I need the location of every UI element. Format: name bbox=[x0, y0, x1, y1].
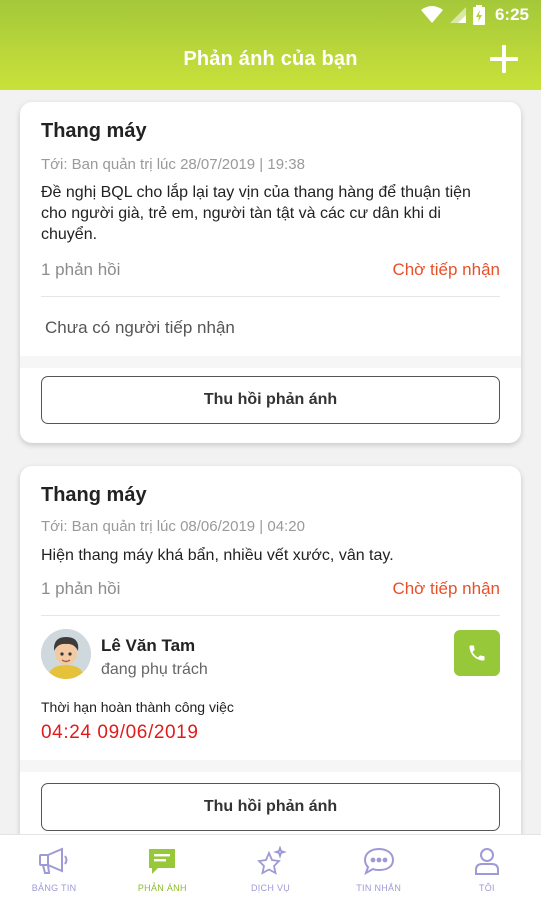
status-bar: 6:25 bbox=[0, 0, 541, 30]
nav-label: BẢNG TIN bbox=[31, 883, 77, 893]
section-separator bbox=[20, 760, 521, 772]
nav-item-news[interactable]: BẢNG TIN bbox=[0, 835, 108, 900]
title-bar: Phản ánh của bạn bbox=[0, 30, 541, 90]
signal-icon bbox=[449, 7, 466, 23]
user-icon bbox=[470, 845, 504, 877]
status-badge: Chờ tiếp nhận bbox=[392, 260, 500, 279]
nav-label: TIN NHẮN bbox=[356, 883, 402, 893]
deadline-value: 04:24 09/06/2019 bbox=[41, 722, 199, 743]
bottom-nav: BẢNG TIN PHẢN ÁNH DỊCH VỤ TIN NHẮN TÔI bbox=[0, 834, 541, 900]
feedback-card[interactable]: Thang máy Tới: Ban quản trị lúc 08/06/20… bbox=[20, 466, 521, 846]
section-separator bbox=[20, 356, 521, 368]
card-title: Thang máy bbox=[41, 484, 147, 506]
replies-count[interactable]: 1 phản hồi bbox=[41, 260, 120, 280]
replies-count[interactable]: 1 phản hồi bbox=[41, 579, 120, 599]
nav-item-services[interactable]: DỊCH VỤ bbox=[216, 835, 324, 900]
withdraw-feedback-button[interactable]: Thu hồi phản ánh bbox=[41, 376, 500, 424]
nav-label: PHẢN ÁNH bbox=[137, 883, 187, 893]
phone-icon bbox=[469, 645, 485, 661]
battery-icon bbox=[472, 5, 485, 25]
feedback-card[interactable]: Thang máy Tới: Ban quản trị lúc 28/07/20… bbox=[20, 102, 521, 443]
add-feedback-button[interactable] bbox=[489, 44, 519, 74]
nav-item-feedback[interactable]: PHẢN ÁNH bbox=[108, 835, 216, 900]
withdraw-feedback-button[interactable]: Thu hồi phản ánh bbox=[41, 783, 500, 831]
deadline-label: Thời hạn hoàn thành công việc bbox=[41, 699, 234, 715]
divider bbox=[41, 615, 500, 616]
card-title: Thang máy bbox=[41, 120, 147, 142]
status-badge: Chờ tiếp nhận bbox=[392, 579, 500, 598]
app-header: 6:25 Phản ánh của bạn bbox=[0, 0, 541, 90]
card-body: Hiện thang máy khá bẩn, nhiều vết xước, … bbox=[41, 547, 394, 564]
nav-label: DỊCH VỤ bbox=[250, 883, 291, 893]
assignee-role: đang phụ trách bbox=[101, 661, 208, 678]
assignee-name: Lê Văn Tam bbox=[101, 636, 196, 655]
divider bbox=[41, 296, 500, 297]
sparkle-star-icon bbox=[254, 845, 288, 877]
page-title: Phản ánh của bạn bbox=[183, 48, 358, 70]
nav-label: TÔI bbox=[478, 883, 495, 893]
status-time: 6:25 bbox=[494, 5, 529, 24]
wifi-icon bbox=[420, 6, 443, 23]
nav-item-profile[interactable]: TÔI bbox=[433, 835, 541, 900]
megaphone-icon bbox=[37, 845, 71, 877]
chat-bubble-icon bbox=[362, 845, 396, 877]
chat-note-icon bbox=[145, 845, 179, 877]
card-meta: Tới: Ban quản trị lúc 08/06/2019 | 04:20 bbox=[41, 518, 305, 535]
card-body: Đề nghị BQL cho lắp lại tay vịn của than… bbox=[41, 184, 471, 243]
handler-note: Chưa có người tiếp nhận bbox=[45, 318, 235, 337]
status-icons: 6:25 bbox=[420, 5, 529, 25]
nav-item-messages[interactable]: TIN NHẮN bbox=[325, 835, 433, 900]
call-button[interactable] bbox=[454, 630, 500, 676]
card-meta: Tới: Ban quản trị lúc 28/07/2019 | 19:38 bbox=[41, 156, 305, 173]
avatar bbox=[41, 629, 91, 679]
